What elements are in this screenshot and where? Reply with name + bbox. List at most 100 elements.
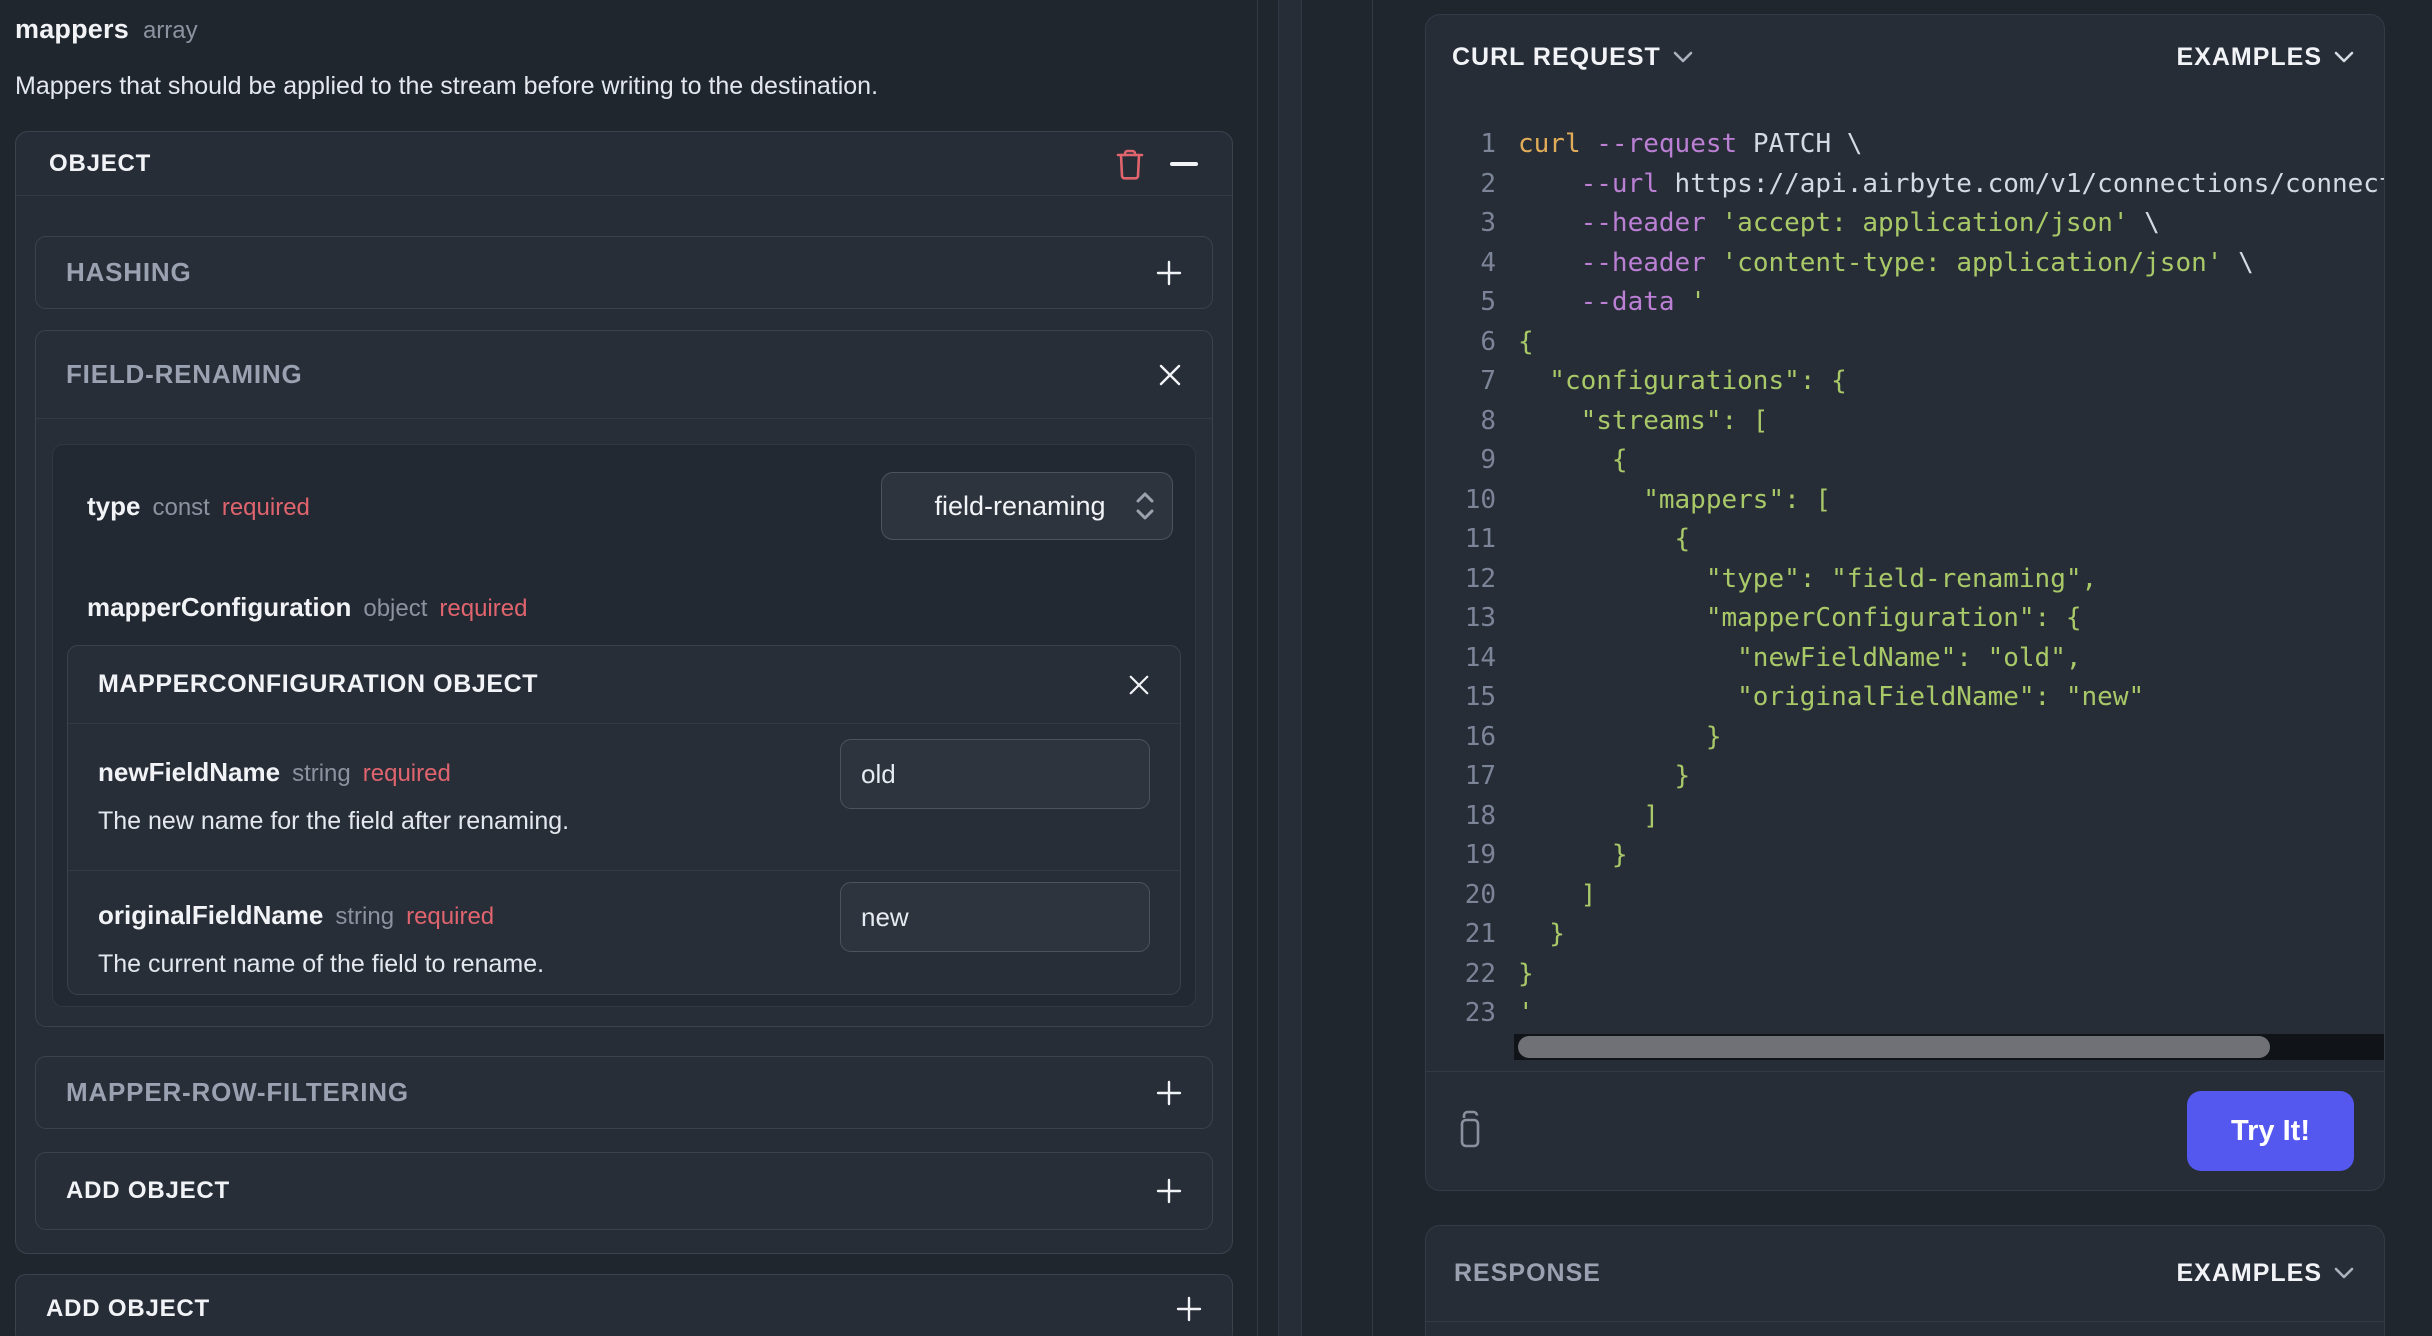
plus-icon	[1156, 260, 1182, 286]
code-line: 4 --header 'content-type: application/js…	[1426, 244, 2384, 284]
line-number: 4	[1480, 247, 1496, 278]
collapse-object-button[interactable]	[1169, 161, 1199, 167]
line-number: 16	[1464, 721, 1496, 752]
close-mapper-configuration-button[interactable]	[1128, 674, 1150, 696]
try-it-button[interactable]: Try It!	[2187, 1091, 2354, 1171]
type-label: type const required	[87, 491, 310, 522]
minus-icon	[1169, 161, 1199, 167]
code-line: 11 {	[1426, 520, 2384, 560]
chevron-down-icon	[2334, 1267, 2354, 1280]
curl-request-card: CURL REQUEST EXAMPLES 1 curl --request PA…	[1425, 14, 2385, 1191]
line-number: 17	[1464, 761, 1496, 791]
required-badge: required	[362, 760, 451, 787]
code-line: 12 "type": "field-renaming",	[1426, 560, 2384, 600]
type-select-value: field-renaming	[934, 490, 1106, 521]
line-number: 15	[1464, 682, 1496, 712]
code-line: 5 --data '	[1426, 283, 2384, 323]
prop-kind: string	[335, 903, 395, 930]
code-line: 9 {	[1426, 441, 2384, 481]
line-number: 21	[1464, 919, 1496, 949]
stepper-icon	[1134, 490, 1156, 522]
code-line: 23 '	[1426, 994, 2384, 1034]
close-icon	[1158, 363, 1182, 387]
code-line: 10 "mappers": [	[1426, 481, 2384, 521]
plus-icon	[1176, 1296, 1202, 1322]
scrollbar-thumb[interactable]	[1518, 1036, 2270, 1058]
mapper-row-filtering-panel-header[interactable]: MAPPER-ROW-FILTERING	[35, 1056, 1213, 1129]
left-scrollbar-gutter[interactable]	[1278, 0, 1302, 1336]
field-renaming-panel: FIELD-RENAMING type const required field…	[35, 330, 1213, 1027]
close-icon	[1128, 674, 1150, 696]
code-line: 14 "newFieldName": "old",	[1426, 639, 2384, 679]
object-card-header: OBJECT	[16, 132, 1232, 196]
column-divider	[1257, 0, 1258, 1336]
line-number: 9	[1480, 445, 1496, 475]
prop-name: originalFieldName	[98, 900, 324, 930]
field-renaming-body: type const required field-renaming mappe…	[36, 419, 1212, 1026]
code-line: 8 "streams": [	[1426, 402, 2384, 442]
object-card: OBJECT HASHING FIELD-RENAMING type const…	[15, 131, 1233, 1254]
curl-request-header: CURL REQUEST EXAMPLES	[1426, 15, 2384, 99]
line-number: 11	[1464, 524, 1496, 554]
prop-name: type	[87, 490, 141, 521]
prop-description: The current name of the field to rename.	[98, 950, 545, 978]
add-object-label: ADD OBJECT	[66, 1177, 231, 1204]
code-line: 3 --header 'accept: application/json' \	[1426, 204, 2384, 244]
line-number: 2	[1480, 168, 1496, 199]
field-title: mappers	[15, 14, 129, 44]
required-badge: required	[221, 493, 310, 521]
response-examples-dropdown[interactable]: EXAMPLES	[2176, 1259, 2354, 1288]
new-field-name-input[interactable]	[840, 739, 1150, 809]
curl-code-block: 1 curl --request PATCH \ 2 --url https://a…	[1426, 99, 2384, 1034]
response-title: RESPONSE	[1454, 1259, 1601, 1287]
object-card-body: HASHING FIELD-RENAMING type const requir…	[16, 196, 1232, 1253]
mapper-configuration-label-row: mapperConfiguration object required	[53, 592, 1195, 623]
mapper-configuration-panel: MAPPERCONFIGURATION OBJECT newFieldName …	[67, 645, 1181, 995]
field-heading: mappers array	[15, 14, 1233, 45]
field-renaming-title: FIELD-RENAMING	[66, 359, 303, 389]
code-line: 21 }	[1426, 915, 2384, 955]
chevron-down-icon	[1673, 51, 1693, 64]
hashing-title: HASHING	[66, 257, 192, 287]
code-horizontal-scrollbar	[1514, 1034, 2384, 1060]
delete-object-button[interactable]	[1115, 147, 1145, 181]
response-card: RESPONSE EXAMPLES	[1425, 1225, 2385, 1336]
add-object-button-outer[interactable]: ADD OBJECT	[15, 1274, 1233, 1336]
original-field-name-input[interactable]	[840, 882, 1150, 952]
line-number: 10	[1464, 484, 1496, 515]
line-number: 13	[1464, 603, 1496, 633]
code-line: 19 }	[1426, 836, 2384, 876]
line-number: 8	[1480, 405, 1496, 436]
line-number: 14	[1464, 642, 1496, 673]
curl-card-footer: Try It!	[1426, 1071, 2384, 1190]
copy-code-button[interactable]	[1452, 1110, 1488, 1152]
line-number: 20	[1464, 879, 1496, 910]
line-number: 19	[1464, 840, 1496, 870]
line-number: 3	[1480, 208, 1496, 238]
line-number: 5	[1480, 287, 1496, 317]
remove-field-renaming-button[interactable]	[1158, 363, 1182, 387]
line-number: 23	[1464, 998, 1496, 1028]
line-number: 6	[1480, 326, 1496, 357]
request-examples-dropdown[interactable]: EXAMPLES	[2176, 43, 2354, 72]
mapper-configuration-header: MAPPERCONFIGURATION OBJECT	[68, 646, 1180, 724]
mapper-row-filtering-title: MAPPER-ROW-FILTERING	[66, 1077, 409, 1107]
type-select[interactable]: field-renaming	[881, 472, 1173, 540]
add-object-button-inner[interactable]: ADD OBJECT	[35, 1152, 1213, 1230]
field-type-label: array	[142, 17, 198, 44]
mapper-configuration-title: MAPPERCONFIGURATION OBJECT	[98, 670, 539, 698]
type-row: type const required field-renaming	[53, 445, 1195, 568]
examples-label: EXAMPLES	[2176, 1259, 2322, 1287]
prop-kind: object	[363, 595, 428, 622]
code-line: 17 }	[1426, 757, 2384, 797]
curl-request-dropdown[interactable]: CURL REQUEST	[1452, 43, 1693, 72]
code-line: 22}	[1426, 955, 2384, 995]
add-object-label: ADD OBJECT	[46, 1295, 211, 1322]
examples-label: EXAMPLES	[2176, 42, 2322, 71]
hashing-panel-header[interactable]: HASHING	[35, 236, 1213, 309]
line-number: 1	[1480, 129, 1496, 159]
curl-request-title: CURL REQUEST	[1452, 42, 1661, 71]
required-badge: required	[439, 595, 528, 622]
field-renaming-header[interactable]: FIELD-RENAMING	[36, 331, 1212, 419]
